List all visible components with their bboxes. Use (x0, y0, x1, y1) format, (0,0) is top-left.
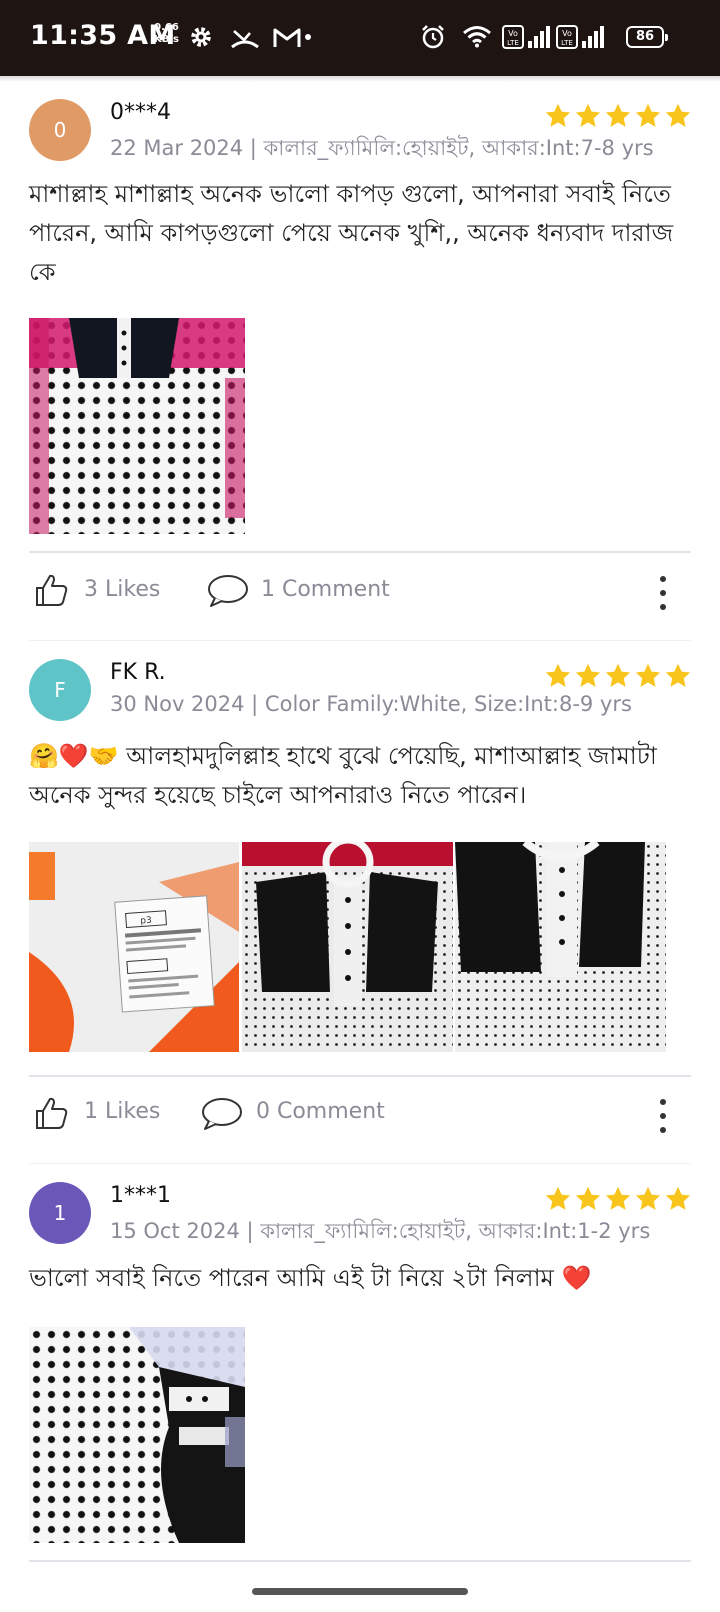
section-divider (29, 1560, 691, 1562)
avatar: 0 (29, 99, 91, 161)
reviewer-name: 1***1 (110, 1183, 171, 1208)
star-icon (545, 663, 571, 687)
star-icon (575, 1186, 601, 1210)
svg-text:LTE: LTE (507, 39, 519, 47)
star-icon (635, 663, 661, 687)
avatar: F (29, 659, 91, 721)
star-icon (635, 103, 661, 127)
star-icon (665, 1186, 691, 1210)
review-photo[interactable] (29, 318, 245, 534)
likes-count[interactable]: 3 Likes (84, 577, 160, 602)
star-icon (545, 1186, 571, 1210)
star-icon (575, 663, 601, 687)
review-photo[interactable] (455, 842, 666, 1052)
more-options-icon[interactable] (659, 576, 667, 618)
review-meta: 22 Mar 2024 | কালার_ফ্যামিলি:হোয়াইট, আক… (110, 136, 654, 160)
review-photo[interactable]: p3 (29, 842, 239, 1052)
notification-dot-icon (305, 34, 311, 40)
star-icon (635, 1186, 661, 1210)
gmail-icon (273, 28, 301, 47)
alarm-icon (422, 25, 444, 49)
review-photo[interactable] (29, 1327, 245, 1543)
star-icon (545, 103, 571, 127)
like-icon[interactable] (33, 572, 69, 608)
dress-front-illustration (242, 842, 453, 1052)
avatar: 1 (29, 1182, 91, 1244)
more-options-icon[interactable] (659, 1099, 667, 1141)
comment-icon[interactable] (207, 573, 249, 609)
likes-count[interactable]: 1 Likes (84, 1099, 160, 1124)
review-separator (29, 640, 691, 641)
review-photo[interactable] (242, 842, 453, 1052)
star-icon (575, 103, 601, 127)
home-indicator[interactable] (252, 1588, 468, 1595)
svg-text:p3: p3 (140, 916, 152, 927)
comment-icon[interactable] (201, 1096, 243, 1132)
review-text: মাশাল্লাহ মাশাল্লাহ অনেক ভালো কাপড় গুলো… (29, 180, 674, 286)
dress-closeup-illustration (455, 842, 666, 1052)
star-icon (665, 663, 691, 687)
parcel-photo-illustration: p3 (29, 842, 239, 1052)
dress-pile-illustration (129, 1327, 245, 1543)
section-divider (29, 551, 691, 553)
comments-count[interactable]: 0 Comment (256, 1099, 385, 1124)
network-speed: 0.66 KB/s (154, 22, 179, 45)
dress-photo-illustration (29, 318, 245, 534)
volte-signal-2-icon: Vo LTE (556, 25, 604, 49)
missed-call-icon (231, 30, 259, 49)
wifi-icon (463, 26, 491, 48)
battery-icon: 86 (626, 26, 668, 48)
reviewer-name: FK R. (110, 660, 166, 685)
rating-stars (544, 1185, 692, 1213)
status-bar: 11:35 AM 0.66 KB/s Vo LTE Vo LTE 86 (0, 0, 720, 76)
comments-count[interactable]: 1 Comment (261, 577, 390, 602)
reviewer-name: 0***4 (110, 100, 171, 125)
rating-stars (544, 102, 692, 130)
like-icon[interactable] (33, 1095, 69, 1131)
star-icon (665, 103, 691, 127)
star-icon (605, 663, 631, 687)
rating-stars (544, 662, 692, 690)
review-text: ভালো সবাই নিতে পারেন আমি এই টা নিয়ে ২টা… (29, 1264, 592, 1292)
section-divider (29, 1075, 691, 1077)
settings-icon (191, 27, 211, 47)
status-bar-shadow (0, 76, 720, 82)
review-meta: 30 Nov 2024 | Color Family:White, Size:I… (110, 692, 632, 716)
review-meta: 15 Oct 2024 | কালার_ফ্যামিলি:হোয়াইট, আক… (110, 1219, 651, 1243)
star-icon (605, 103, 631, 127)
svg-text:Vo: Vo (562, 29, 572, 38)
review-text: 🤗❤️🤝 আলহামদুলিল্লাহ হাথে বুঝে পেয়েছি, ম… (29, 742, 657, 809)
svg-text:LTE: LTE (561, 39, 573, 47)
svg-text:Vo: Vo (508, 29, 518, 38)
volte-signal-icon: Vo LTE (502, 25, 550, 49)
star-icon (605, 1186, 631, 1210)
review-separator (29, 1163, 691, 1164)
